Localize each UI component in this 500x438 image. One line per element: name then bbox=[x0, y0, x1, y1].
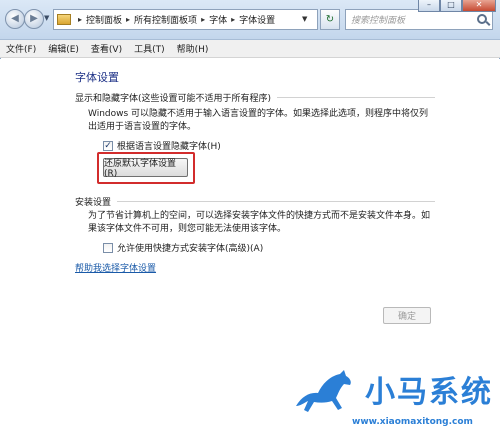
install-heading-text: 安装设置 bbox=[75, 198, 112, 208]
search-placeholder: 搜索控制面板 bbox=[351, 16, 406, 26]
divider bbox=[117, 201, 435, 202]
chevron-right-icon[interactable]: ▸ bbox=[201, 15, 205, 24]
menu-view[interactable]: 查看(V) bbox=[91, 42, 122, 55]
menu-file[interactable]: 文件(F) bbox=[6, 42, 36, 55]
shortcut-install-label[interactable]: 允许使用快捷方式安装字体(高级)(A) bbox=[117, 241, 263, 254]
address-bar: ◀ ▶ ▼ ▸ 控制面板 ▸ 所有控制面板项 ▸ 字体 ▸ 字体设置 ▼ ↻ 搜… bbox=[0, 0, 500, 40]
refresh-icon[interactable]: ↻ bbox=[320, 9, 340, 30]
chevron-right-icon[interactable]: ▸ bbox=[231, 15, 235, 24]
hide-fonts-checkbox-row[interactable]: ✓ 根据语言设置隐藏字体(H) bbox=[103, 139, 221, 152]
breadcrumb-item-fonts[interactable]: 字体 bbox=[209, 13, 227, 26]
menu-tools[interactable]: 工具(T) bbox=[134, 42, 165, 55]
search-icon[interactable] bbox=[477, 14, 487, 24]
breadcrumb-item-all-items[interactable]: 所有控制面板项 bbox=[134, 13, 197, 26]
breadcrumb-item-control-panel[interactable]: 控制面板 bbox=[86, 13, 122, 26]
forward-arrow-icon[interactable]: ▶ bbox=[24, 9, 44, 29]
breadcrumb[interactable]: ▸ 控制面板 ▸ 所有控制面板项 ▸ 字体 ▸ 字体设置 bbox=[53, 9, 318, 30]
hide-fonts-label[interactable]: 根据语言设置隐藏字体(H) bbox=[117, 139, 221, 152]
help-link[interactable]: 帮助我选择字体设置 bbox=[75, 261, 156, 274]
close-icon[interactable]: ✕ bbox=[462, 0, 496, 12]
show-hide-heading-text: 显示和隐藏字体(这些设置可能不适用于所有程序) bbox=[75, 94, 272, 104]
breadcrumb-item-font-settings[interactable]: 字体设置 bbox=[239, 13, 275, 26]
install-group-heading: 安装设置 bbox=[75, 195, 435, 208]
watermark-title: 小马系统 bbox=[365, 375, 493, 410]
back-arrow-icon[interactable]: ◀ bbox=[5, 9, 25, 29]
address-dropdown-icon[interactable]: ▼ bbox=[302, 15, 307, 23]
show-hide-description: Windows 可以隐藏不适用于输入语言设置的字体。如果选择此选项，则程序中将仅… bbox=[88, 109, 429, 132]
ok-button[interactable]: 确定 bbox=[383, 307, 431, 324]
minimize-icon[interactable]: – bbox=[418, 0, 440, 12]
show-hide-group-heading: 显示和隐藏字体(这些设置可能不适用于所有程序) bbox=[75, 91, 435, 104]
watermark-url: www.xiaomaxitong.com bbox=[352, 417, 473, 427]
divider bbox=[277, 97, 435, 98]
shortcut-install-checkbox[interactable] bbox=[103, 242, 113, 253]
menu-edit[interactable]: 编辑(E) bbox=[48, 42, 79, 55]
page-title: 字体设置 bbox=[75, 71, 119, 84]
maximize-icon[interactable]: □ bbox=[440, 0, 462, 12]
recent-pages-dropdown-icon[interactable]: ▼ bbox=[44, 14, 49, 22]
shortcut-install-checkbox-row[interactable]: 允许使用快捷方式安装字体(高级)(A) bbox=[103, 241, 263, 254]
menu-bar: 文件(F) 编辑(E) 查看(V) 工具(T) 帮助(H) bbox=[0, 40, 500, 58]
install-description: 为了节省计算机上的空间，可以选择安装字体文件的快捷方式而不是安装文件本身。如果该… bbox=[88, 211, 431, 234]
chevron-right-icon[interactable]: ▸ bbox=[126, 15, 130, 24]
hide-fonts-checkbox[interactable]: ✓ bbox=[103, 140, 113, 151]
restore-default-fonts-button[interactable]: 还原默认字体设置(R) bbox=[103, 158, 188, 179]
horse-logo-icon bbox=[296, 370, 351, 412]
window-controls: – □ ✕ bbox=[418, 0, 496, 12]
search-input[interactable]: 搜索控制面板 bbox=[345, 9, 493, 30]
control-panel-icon bbox=[57, 14, 71, 25]
chevron-right-icon[interactable]: ▸ bbox=[78, 15, 82, 24]
menu-help[interactable]: 帮助(H) bbox=[177, 42, 209, 55]
